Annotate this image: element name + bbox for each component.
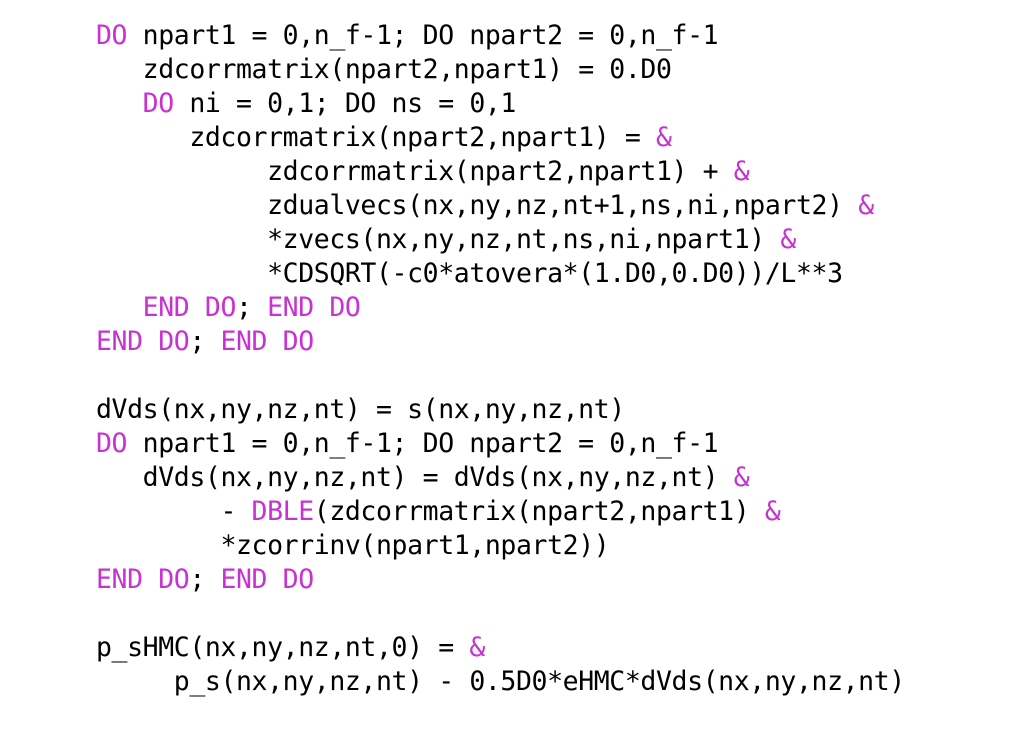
keyword-token: END DO bbox=[142, 292, 237, 323]
code-line: END DO; END DO bbox=[96, 325, 905, 359]
keyword-token: DBLE bbox=[251, 496, 315, 527]
code-line: END DO; END DO bbox=[96, 563, 905, 597]
code-line: dVds(nx,ny,nz,nt) = s(nx,ny,nz,nt) bbox=[96, 393, 905, 427]
code-token: ; bbox=[189, 564, 221, 595]
keyword-token: END DO bbox=[220, 326, 314, 357]
code-token: *zvecs(nx,ny,nz,nt,ns,ni,npart1) bbox=[267, 224, 781, 255]
code-line: DO npart1 = 0,n_f-1; DO npart2 = 0,n_f-1 bbox=[96, 19, 905, 53]
code-line: *CDSQRT(-c0*atovera*(1.D0,0.D0))/L**3 bbox=[96, 257, 905, 291]
code-line: zdcorrmatrix(npart2,npart1) = 0.D0 bbox=[96, 53, 905, 87]
code-line: zdcorrmatrix(npart2,npart1) + & bbox=[96, 155, 905, 189]
keyword-token: & bbox=[469, 632, 485, 663]
code-token: ; bbox=[189, 326, 221, 357]
code-token: zdcorrmatrix(npart2,npart1) = 0.D0 bbox=[142, 54, 672, 85]
code-token: dVds(nx,ny,nz,nt) = dVds(nx,ny,nz,nt) bbox=[142, 462, 734, 493]
keyword-token: END DO bbox=[267, 292, 361, 323]
code-line: p_s(nx,ny,nz,nt) - 0.5D0*eHMC*dVds(nx,ny… bbox=[96, 665, 905, 699]
code-line: *zvecs(nx,ny,nz,nt,ns,ni,npart1) & bbox=[96, 223, 905, 257]
code-token: - bbox=[220, 496, 252, 527]
code-token: npart1 = 0,n_f-1; DO npart2 = 0,n_f-1 bbox=[127, 428, 719, 459]
code-token: *CDSQRT(-c0*atovera*(1.D0,0.D0))/L**3 bbox=[267, 258, 843, 289]
code-line: DO ni = 0,1; DO ns = 0,1 bbox=[96, 87, 905, 121]
code-token: p_sHMC(nx,ny,nz,nt,0) = bbox=[96, 632, 470, 663]
keyword-token: DO bbox=[142, 88, 175, 119]
keyword-token: END DO bbox=[96, 564, 190, 595]
code-token: *zcorrinv(npart1,npart2)) bbox=[220, 530, 610, 561]
code-token: zdcorrmatrix(npart2,npart1) = bbox=[189, 122, 656, 153]
code-line: - DBLE(zdcorrmatrix(npart2,npart1) & bbox=[96, 495, 905, 529]
code-token: zdcorrmatrix(npart2,npart1) + bbox=[267, 156, 734, 187]
code-token: p_s(nx,ny,nz,nt) - 0.5D0*eHMC*dVds(nx,ny… bbox=[173, 666, 905, 697]
keyword-token: END DO bbox=[96, 326, 190, 357]
code-line: END DO; END DO bbox=[96, 291, 905, 325]
keyword-token: DO bbox=[96, 20, 128, 51]
code-line: *zcorrinv(npart1,npart2)) bbox=[96, 529, 905, 563]
keyword-token: DO bbox=[96, 428, 128, 459]
keyword-token: & bbox=[733, 156, 750, 187]
code-token: npart1 = 0,n_f-1; DO npart2 = 0,n_f-1 bbox=[127, 20, 719, 51]
code-line: p_sHMC(nx,ny,nz,nt,0) = & bbox=[96, 631, 905, 665]
keyword-token: & bbox=[733, 462, 750, 493]
code-token: (zdcorrmatrix(npart2,npart1) bbox=[313, 496, 765, 527]
code-token: dVds(nx,ny,nz,nt) = s(nx,ny,nz,nt) bbox=[96, 394, 625, 425]
keyword-token: & bbox=[780, 224, 796, 255]
code-line: zdcorrmatrix(npart2,npart1) = & bbox=[96, 121, 905, 155]
code-token: ; bbox=[236, 292, 268, 323]
code-listing: DO npart1 = 0,n_f-1; DO npart2 = 0,n_f-1… bbox=[96, 19, 905, 699]
code-token: ni = 0,1; DO ns = 0,1 bbox=[173, 88, 516, 119]
code-line: DO npart1 = 0,n_f-1; DO npart2 = 0,n_f-1 bbox=[96, 427, 905, 461]
keyword-token: & bbox=[858, 190, 874, 221]
code-line: zdualvecs(nx,ny,nz,nt+1,ns,ni,npart2) & bbox=[96, 189, 905, 223]
keyword-token: END DO bbox=[220, 564, 314, 595]
code-line: dVds(nx,ny,nz,nt) = dVds(nx,ny,nz,nt) & bbox=[96, 461, 905, 495]
code-token: zdualvecs(nx,ny,nz,nt+1,ns,ni,npart2) bbox=[267, 190, 859, 221]
keyword-token: & bbox=[655, 122, 672, 153]
keyword-token: & bbox=[764, 496, 781, 527]
